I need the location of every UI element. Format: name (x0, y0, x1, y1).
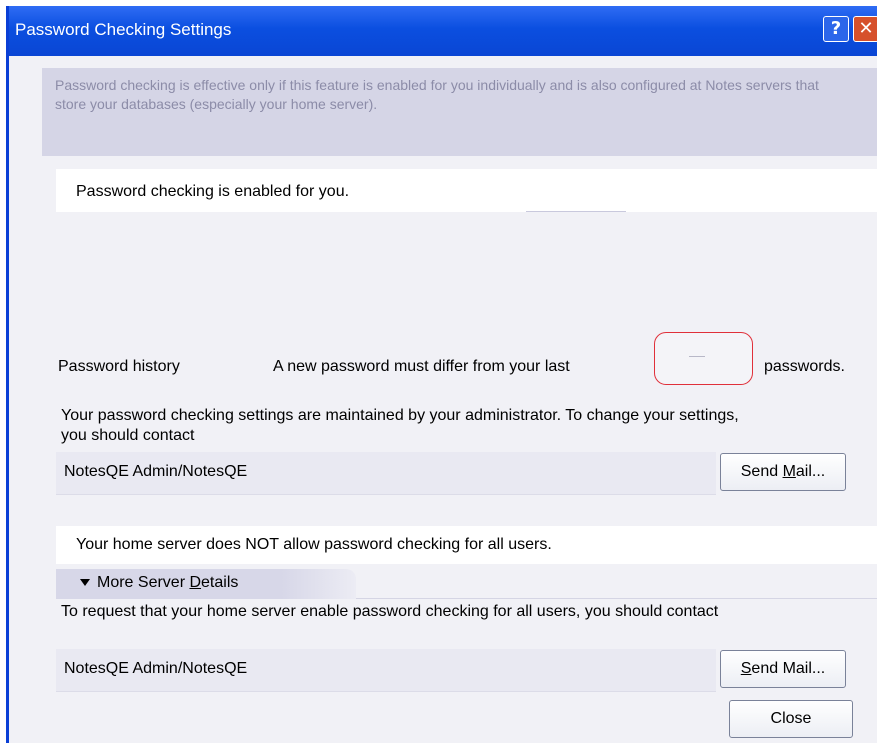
history-label: Password history (58, 358, 180, 375)
send-mail-label-post: ail... (795, 463, 826, 480)
help-icon[interactable]: ? (823, 16, 849, 42)
details-label-pre: More Server (97, 574, 190, 591)
details-accelerator: D (189, 574, 202, 591)
info-text: Password checking is effective only if t… (55, 77, 819, 112)
password-history-field[interactable] (654, 332, 753, 385)
send-mail-2-accelerator: S (740, 660, 752, 677)
info-band: Password checking is effective only if t… (42, 68, 877, 156)
request-text: To request that your home server enable … (61, 603, 719, 620)
more-server-details-toggle[interactable]: More Server Details (56, 569, 356, 599)
send-mail-label-pre: Send (740, 463, 783, 480)
send-mail-accelerator: M (782, 463, 796, 480)
history-value (689, 356, 705, 357)
server-status-text: Your home server does NOT allow password… (76, 536, 552, 553)
title-bar[interactable]: Password Checking Settings ? ✕ (9, 6, 877, 56)
triangle-down-icon (80, 579, 90, 586)
status-text: Password checking is enabled for you. (76, 183, 350, 200)
admin-contact: NotesQE Admin/NotesQE (64, 463, 248, 480)
dialog-window: Password Checking Settings ? ✕ Password … (6, 6, 877, 743)
history-prefix: A new password must differ from your las… (273, 358, 570, 375)
divider (526, 211, 626, 212)
admin-text: Your password checking settings are main… (61, 407, 739, 444)
more-server-details-label: More Server Details (97, 574, 238, 592)
close-icon[interactable]: ✕ (853, 16, 877, 42)
server-contact-strip: NotesQE Admin/NotesQE (56, 649, 716, 692)
server-contact: NotesQE Admin/NotesQE (64, 660, 248, 677)
history-suffix: passwords. (764, 358, 845, 375)
send-mail-button-2[interactable]: Send Mail... (720, 650, 846, 688)
window-title: Password Checking Settings (15, 20, 232, 39)
status-box: Password checking is enabled for you. (56, 169, 877, 212)
admin-contact-strip: NotesQE Admin/NotesQE (56, 452, 716, 495)
send-mail-2-label-post: end Mail... (751, 660, 826, 677)
send-mail-button[interactable]: Send Mail... (720, 453, 846, 491)
details-divider (356, 598, 877, 599)
server-status-box: Your home server does NOT allow password… (56, 526, 877, 564)
close-button[interactable]: Close (729, 700, 853, 738)
details-label-post: etails (201, 574, 239, 591)
